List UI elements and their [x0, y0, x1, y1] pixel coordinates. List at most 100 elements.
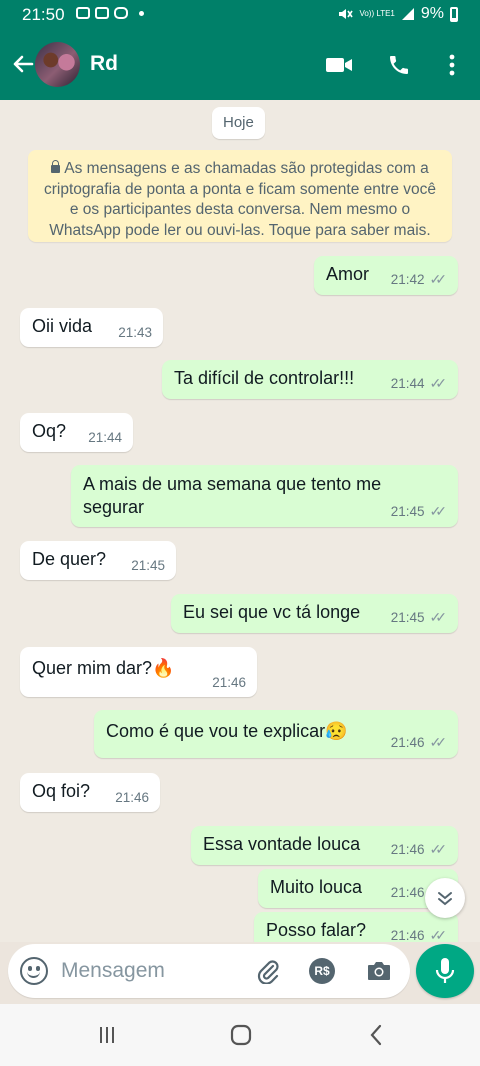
payment-button[interactable]: R$	[308, 957, 336, 985]
emoji-icon[interactable]	[20, 957, 48, 985]
message-bubble[interactable]: Eu sei que vc tá longe 21:45 ✓✓	[171, 594, 458, 633]
home-button[interactable]	[226, 1020, 256, 1050]
double-chevron-down-icon	[438, 892, 452, 906]
mute-icon	[339, 9, 354, 19]
chat-header: Rd	[0, 30, 480, 100]
read-ticks-icon: ✓✓	[429, 734, 448, 750]
battery-percent: 9%	[420, 5, 444, 22]
message-text: Amor	[326, 264, 370, 284]
message-text: Oq foi?	[32, 781, 91, 801]
message-time: 21:44	[88, 430, 122, 445]
video-notification-icon	[76, 7, 90, 19]
message-text: De quer?	[32, 549, 107, 569]
system-navigation-bar	[0, 1004, 480, 1066]
chat-area[interactable]: Hoje As mensagens e as chamadas são prot…	[0, 100, 480, 942]
read-ticks-icon: ✓✓	[429, 375, 448, 391]
more-vert-icon	[449, 54, 455, 76]
message-time: 21:45	[131, 558, 165, 573]
message-meta: 21:45 ✓✓	[391, 503, 447, 520]
message-meta: 21:44 ✓✓	[391, 375, 447, 392]
read-ticks-icon: ✓✓	[429, 271, 448, 287]
message-text: Quer mim dar?🔥	[32, 658, 175, 678]
message-bubble[interactable]: Amor 21:42 ✓✓	[314, 256, 458, 295]
message-meta: 21:46	[115, 790, 149, 805]
message-bubble[interactable]: Essa vontade louca 21:46 ✓✓	[191, 826, 458, 865]
message-meta: 21:46 ✓✓	[391, 927, 447, 942]
message-meta: 21:45 ✓✓	[391, 609, 447, 626]
instagram-icon	[114, 7, 128, 19]
message-bubble[interactable]: De quer? 21:45	[20, 541, 176, 580]
message-meta: 21:46	[212, 675, 246, 690]
message-meta: 21:43	[118, 325, 152, 340]
back-arrow-icon[interactable]	[8, 49, 38, 79]
more-options-button[interactable]	[437, 50, 467, 80]
message-time: 21:46	[390, 928, 425, 942]
message-time: 21:42	[390, 272, 425, 287]
message-input[interactable]	[61, 957, 241, 985]
message-text: Ta difícil de controlar!!!	[174, 368, 355, 388]
back-button[interactable]	[361, 1020, 391, 1050]
message-bubble[interactable]: Posso falar? 21:46 ✓✓	[254, 912, 458, 942]
message-meta: 21:45	[131, 558, 165, 573]
video-call-button[interactable]	[324, 50, 354, 80]
message-bubble[interactable]: A mais de uma semana que tento me segura…	[71, 465, 458, 527]
video-notification-icon-2	[95, 7, 109, 19]
encryption-notice[interactable]: As mensagens e as chamadas são protegida…	[28, 150, 452, 242]
message-text: A mais de uma semana que tento me	[83, 474, 382, 494]
system-icons: Vo)) LTE1 9%	[337, 5, 458, 23]
encryption-notice-text: As mensagens e as chamadas são protegida…	[43, 160, 437, 239]
message-text: Eu sei que vc tá longe	[183, 602, 361, 622]
recent-apps-icon	[100, 1027, 114, 1043]
message-time: 21:46	[212, 675, 246, 690]
message-text: Oq?	[32, 421, 67, 441]
message-time: 21:45	[390, 504, 425, 519]
message-meta: 21:44	[88, 430, 122, 445]
message-text: Oii vida	[32, 316, 93, 336]
message-time: 21:46	[390, 842, 425, 857]
message-meta: 21:46 ✓✓	[391, 841, 447, 858]
message-bubble[interactable]: Quer mim dar?🔥 21:46	[20, 647, 257, 697]
scroll-to-bottom-button[interactable]	[425, 878, 465, 918]
message-time: 21:46	[115, 790, 149, 805]
contact-avatar[interactable]	[35, 42, 80, 87]
read-ticks-icon: ✓✓	[429, 841, 448, 857]
status-bar: 21:50 Vo)) LTE1 9%	[0, 0, 480, 30]
payment-icon: R$	[309, 958, 335, 984]
message-text: Muito louca	[270, 877, 363, 897]
read-ticks-icon: ✓✓	[429, 927, 448, 942]
message-text: Posso falar?	[266, 920, 367, 940]
message-composer: R$	[8, 944, 410, 998]
status-time: 21:50	[22, 5, 65, 24]
microphone-icon	[435, 958, 455, 983]
back-chevron-icon	[370, 1024, 382, 1046]
lock-icon	[51, 160, 61, 173]
recent-apps-button[interactable]	[92, 1020, 122, 1050]
message-text: Essa vontade louca	[203, 834, 361, 854]
message-bubble[interactable]: Oii vida 21:43	[20, 308, 163, 347]
message-time: 21:45	[390, 610, 425, 625]
battery-icon	[450, 6, 458, 22]
message-meta: 21:42 ✓✓	[391, 271, 447, 288]
contact-name[interactable]: Rd	[90, 52, 118, 76]
voice-message-button[interactable]	[416, 944, 474, 998]
message-bubble[interactable]: Como é que vou te explicar😥 21:46 ✓✓	[94, 710, 458, 758]
message-text-line2: segurar	[83, 497, 145, 517]
read-ticks-icon: ✓✓	[429, 503, 448, 519]
message-time: 21:43	[118, 325, 152, 340]
message-time: 21:44	[390, 376, 425, 391]
paperclip-icon	[257, 960, 279, 984]
read-ticks-icon: ✓✓	[429, 609, 448, 625]
notification-icons	[76, 7, 144, 19]
phone-icon	[390, 56, 408, 74]
message-bubble[interactable]: Ta difícil de controlar!!! 21:44 ✓✓	[162, 360, 458, 399]
home-icon	[230, 1024, 252, 1046]
network-indicator: Vo)) LTE1	[359, 9, 395, 18]
message-time: 21:46	[390, 735, 425, 750]
message-time: 21:46	[390, 885, 425, 900]
camera-icon	[368, 962, 390, 980]
attach-button[interactable]	[254, 957, 282, 985]
camera-button[interactable]	[365, 957, 393, 985]
voice-call-button[interactable]	[384, 50, 414, 80]
message-bubble[interactable]: Oq foi? 21:46	[20, 773, 160, 812]
message-bubble[interactable]: Oq? 21:44	[20, 413, 133, 452]
